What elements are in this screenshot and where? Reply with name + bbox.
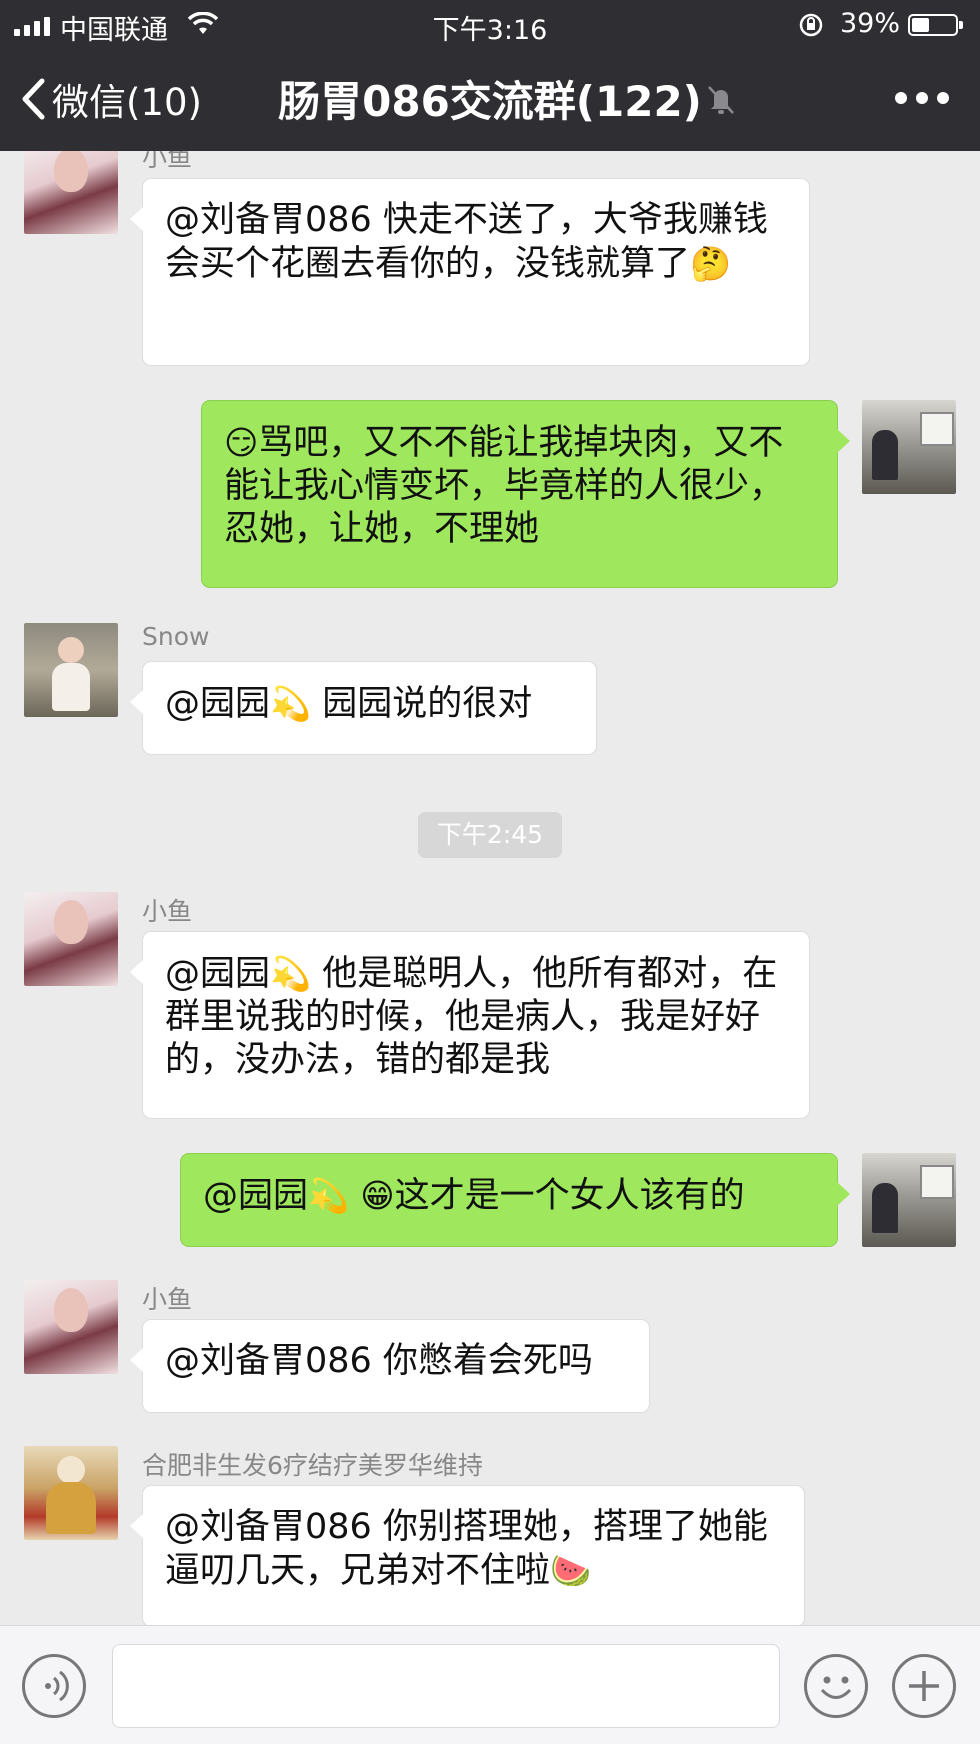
voice-icon: [45, 1670, 69, 1702]
message-bubble[interactable]: @刘备胃086 你憋着会死吗: [130, 1319, 650, 1413]
grin-emoji: 😁: [360, 1176, 395, 1215]
avatar-self[interactable]: [862, 1153, 956, 1247]
dizzy-emoji: 💫: [270, 684, 312, 723]
voice-input-button[interactable]: [22, 1654, 86, 1718]
avatar-snow[interactable]: [24, 623, 118, 717]
battery-percent: 39%: [840, 8, 901, 39]
message-text: @刘备胃086 快走不送了，大爷我赚钱会买个花圈去看你的，没钱就算了: [165, 200, 768, 284]
more-options-button[interactable]: [895, 92, 949, 104]
avatar-hefei[interactable]: [24, 1446, 118, 1540]
plus-icon: [909, 1671, 939, 1701]
message-text: @刘备胃086 你憋着会死吗: [165, 1341, 593, 1381]
thinking-emoji: 🤔: [690, 244, 732, 283]
message-text: 这才是一个女人该有的: [394, 1176, 745, 1216]
message-bubble-outgoing[interactable]: 😏骂吧，又不不能让我掉块肉，又不能让我心情变坏，毕竟样的人很少，忍她，让她，不理…: [201, 400, 850, 588]
avatar-self[interactable]: [862, 400, 956, 494]
sender-name: Snow: [142, 622, 210, 651]
message-bubble[interactable]: @刘备胃086 快走不送了，大爷我赚钱会买个花圈去看你的，没钱就算了🤔: [130, 178, 810, 366]
timestamp-divider: 下午2:45: [418, 812, 562, 858]
message-bubble-outgoing[interactable]: @园园💫 😁这才是一个女人该有的: [180, 1153, 850, 1247]
sender-name: 合肥非生发6疗结疗美罗华维持: [142, 1451, 483, 1480]
message-bubble[interactable]: @园园💫 园园说的很对: [130, 661, 597, 755]
nav-bar: 微信(10) 肠胃086交流群(122): [0, 50, 980, 151]
mention: @园园: [165, 684, 271, 724]
battery-icon: [908, 14, 963, 36]
message-text: 园园说的很对: [311, 684, 533, 724]
sender-name: 小鱼: [142, 1285, 193, 1314]
dizzy-emoji: 💫: [270, 954, 312, 993]
message-bubble[interactable]: @园园💫 他是聪明人，他所有都对，在群里说我的时候，他是病人，我是好好的，没办法…: [130, 931, 810, 1119]
message-input[interactable]: [112, 1644, 780, 1728]
smirk-emoji: 😏: [224, 423, 259, 462]
avatar-xiaoyu[interactable]: [24, 140, 118, 234]
emoji-button[interactable]: [804, 1654, 868, 1718]
message-bubble[interactable]: @刘备胃086 你别搭理她，搭理了她能逼叨几天，兄弟对不住啦🍉: [130, 1485, 805, 1627]
mute-bell-icon: [706, 84, 736, 120]
avatar-xiaoyu[interactable]: [24, 1280, 118, 1374]
more-functions-button[interactable]: [892, 1654, 956, 1718]
status-time: 下午3:16: [432, 15, 548, 46]
input-bar: [0, 1625, 980, 1744]
status-bar: 中国联通 下午3:16 39%: [0, 0, 980, 50]
watermelon-emoji: 🍉: [550, 1551, 592, 1590]
smiley-icon: [820, 1676, 852, 1699]
avatar-xiaoyu[interactable]: [24, 892, 118, 986]
dizzy-emoji: 💫: [308, 1176, 350, 1215]
chat-title: 肠胃086交流群(122): [278, 77, 702, 126]
message-text: 骂吧，又不不能让我掉块肉，又不能让我心情变坏，毕竟样的人很少，忍她，让她，不理她: [224, 423, 785, 549]
sender-name: 小鱼: [142, 897, 193, 926]
message-text: @刘备胃086 你别搭理她，搭理了她能逼叨几天，兄弟对不住啦: [165, 1507, 768, 1591]
top-bar: 中国联通 下午3:16 39% 微信(10) 肠胃086交流群(122): [0, 0, 980, 151]
rotation-lock-icon: [798, 12, 824, 45]
mention: @园园: [203, 1176, 309, 1216]
mention: @园园: [165, 954, 271, 994]
